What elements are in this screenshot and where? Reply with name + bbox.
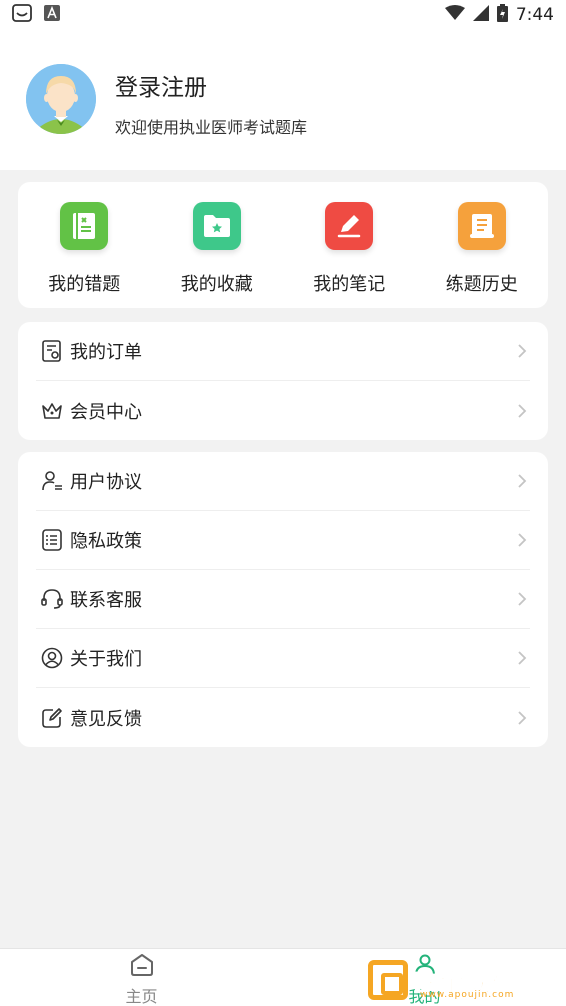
crown-icon	[40, 399, 64, 423]
tab-home-label: 主页	[125, 987, 158, 1006]
chevron-right-icon	[514, 473, 530, 489]
battery-icon	[496, 3, 508, 27]
menu-item-my-orders[interactable]: 我的订单	[36, 322, 530, 381]
quick-label: 我的错题	[48, 274, 121, 295]
chevron-right-icon	[514, 591, 530, 607]
wrong-questions-icon	[60, 202, 109, 250]
watermark-logo-icon	[368, 960, 408, 1000]
cell-signal-icon	[472, 4, 489, 26]
quick-item-favorites[interactable]: 我的收藏	[151, 182, 284, 308]
quick-label: 练题历史	[445, 274, 518, 295]
headset-icon	[40, 587, 64, 611]
chevron-right-icon	[514, 710, 530, 726]
welcome-subtitle: 欢迎使用执业医师考试题库	[115, 118, 308, 137]
watermark-url: www.apoujin.com	[420, 990, 515, 1000]
avatar[interactable]	[26, 64, 96, 134]
login-register-title[interactable]: 登录注册	[115, 68, 207, 102]
menu-item-user-agreement[interactable]: 用户协议	[36, 452, 530, 511]
clock-time: 7:44	[515, 5, 554, 25]
menu-item-label: 意见反馈	[70, 708, 142, 730]
quick-item-history[interactable]: 练题历史	[416, 182, 549, 308]
chevron-right-icon	[514, 343, 530, 359]
status-bar: 7:44	[0, 0, 566, 30]
home-icon	[129, 953, 155, 981]
user-agreement-icon	[40, 469, 64, 493]
wifi-icon	[444, 4, 465, 26]
menu-item-contact-support[interactable]: 联系客服	[36, 570, 530, 629]
menu-item-label: 会员中心	[70, 401, 142, 423]
notification-face-icon	[12, 4, 32, 26]
profile-header[interactable]: 登录注册 欢迎使用执业医师考试题库	[0, 30, 566, 170]
menu-item-label: 关于我们	[70, 649, 142, 670]
chevron-right-icon	[514, 650, 530, 666]
tab-home[interactable]: 主页	[0, 949, 283, 1006]
menu-item-label: 用户协议	[70, 472, 142, 493]
quick-label: 我的笔记	[313, 274, 386, 295]
watermark-logo: 欧金软件园 www.apoujin.com	[368, 958, 560, 1002]
notification-app-icon	[44, 5, 60, 25]
menu-item-label: 隐私政策	[70, 531, 142, 552]
quick-actions-card: 我的错题 我的收藏 我的笔记 练题历史	[18, 182, 548, 308]
menu-item-member-center[interactable]: 会员中心	[36, 381, 530, 440]
favorites-folder-icon	[192, 202, 241, 250]
chevron-right-icon	[514, 403, 530, 419]
privacy-list-icon	[40, 528, 64, 552]
menu-item-label: 联系客服	[70, 590, 142, 611]
menu-item-about-us[interactable]: 关于我们	[36, 629, 530, 688]
quick-item-notes[interactable]: 我的笔记	[283, 182, 416, 308]
quick-label: 我的收藏	[180, 274, 253, 295]
menu-item-privacy-policy[interactable]: 隐私政策	[36, 511, 530, 570]
menu-item-label: 我的订单	[70, 342, 142, 363]
user-circle-icon	[40, 646, 64, 670]
menu-group-info: 用户协议 隐私政策 联系客服 关于我们 意见反馈	[18, 452, 548, 747]
menu-group-orders: 我的订单 会员中心	[18, 322, 548, 440]
history-scroll-icon	[457, 202, 506, 250]
feedback-edit-icon	[40, 706, 64, 730]
chevron-right-icon	[514, 532, 530, 548]
order-icon	[40, 339, 64, 363]
menu-item-feedback[interactable]: 意见反馈	[36, 688, 530, 747]
quick-item-wrong-questions[interactable]: 我的错题	[18, 182, 151, 308]
notes-pencil-icon	[325, 202, 374, 250]
